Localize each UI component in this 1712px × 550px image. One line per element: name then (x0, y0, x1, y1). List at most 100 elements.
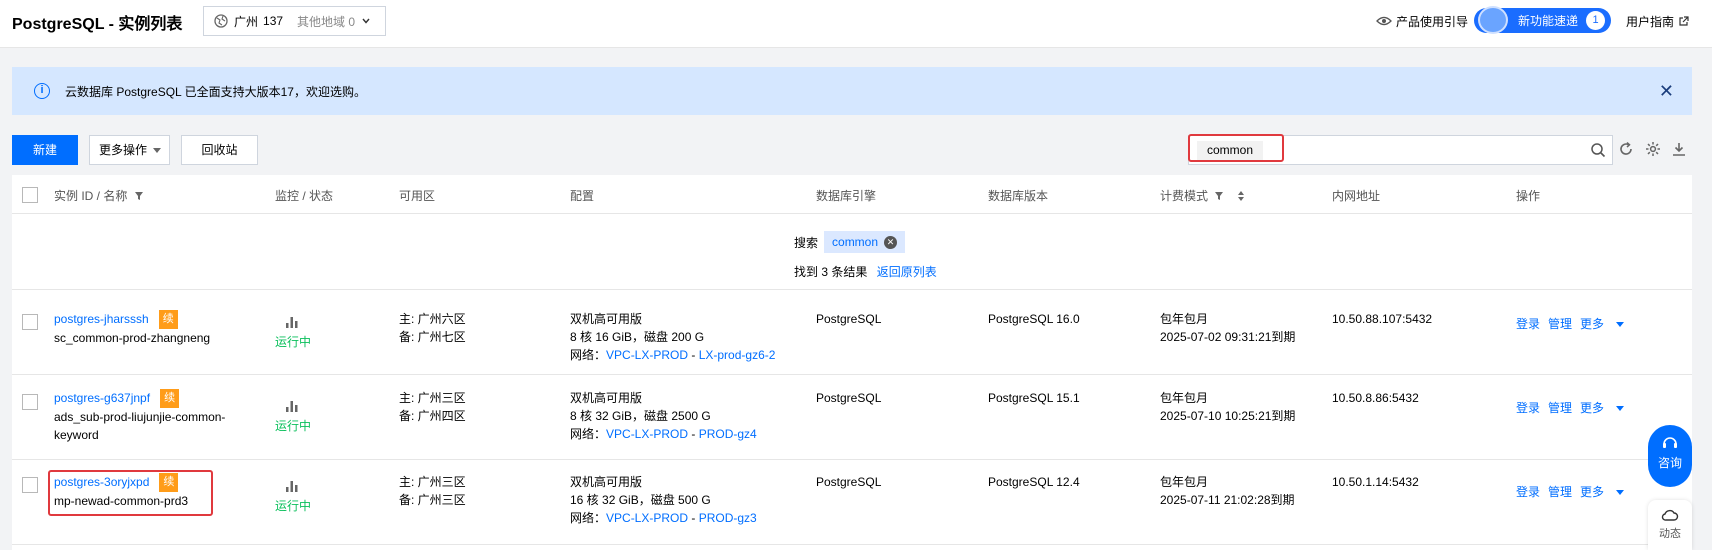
login-link[interactable]: 登录 (1516, 485, 1540, 499)
chevron-down-icon (362, 18, 370, 24)
row-checkbox[interactable] (22, 314, 38, 330)
header-id-name: 实例 ID / 名称 (54, 187, 144, 204)
billing-mode: 包年包月 (1160, 475, 1209, 489)
header-monitor-status: 监控 / 状态 (275, 189, 334, 203)
engine: PostgreSQL (816, 391, 882, 405)
filter-icon[interactable] (1214, 191, 1224, 201)
row-checkbox[interactable] (22, 477, 38, 493)
search-icon[interactable] (1590, 142, 1606, 158)
cloud-icon (1661, 509, 1679, 521)
instance-id-cell: postgres-g637jnpf 续 ads_sub-prod-liujunji… (54, 389, 254, 444)
search-summary-label: 搜索 (794, 235, 819, 250)
config-spec: 8 核 16 GiB，磁盘 200 G (570, 330, 705, 344)
header-ops: 操作 (1516, 189, 1541, 203)
renew-badge[interactable]: 续 (158, 310, 178, 330)
more-actions-button[interactable]: 更多操作 (89, 135, 170, 165)
login-link[interactable]: 登录 (1516, 401, 1540, 415)
monitor-icon[interactable] (285, 399, 299, 413)
dynamic-label: 动态 (1659, 528, 1681, 540)
row-checkbox[interactable] (22, 394, 38, 410)
search-keyword: common (832, 235, 879, 249)
manage-link[interactable]: 管理 (1548, 317, 1572, 331)
search-summary: 搜索 common ✕ 找到 3 条结果 返回原列表 (12, 215, 1692, 290)
renew-badge[interactable]: 续 (160, 389, 180, 409)
login-link[interactable]: 登录 (1516, 317, 1540, 331)
more-link[interactable]: 更多 (1580, 317, 1625, 331)
vpc-link[interactable]: VPC-LX-PROD (606, 511, 688, 525)
user-guide-link[interactable]: 用户指南 (1626, 13, 1689, 30)
clear-icon[interactable]: ✕ (884, 235, 898, 249)
new-feature-count: 1 (1586, 11, 1605, 30)
subnet-link[interactable]: PROD-gz4 (699, 427, 757, 441)
monitor-icon[interactable] (285, 315, 299, 329)
refresh-icon[interactable] (1618, 141, 1634, 157)
version: PostgreSQL 15.1 (988, 391, 1080, 405)
search-highlight-box (1188, 134, 1284, 162)
more-link[interactable]: 更多 (1580, 485, 1625, 499)
new-instance-button[interactable]: 新建 (12, 135, 78, 165)
manage-link[interactable]: 管理 (1548, 485, 1572, 499)
config-spec: 8 核 32 GiB，磁盘 2500 G (570, 409, 711, 423)
select-all-checkbox[interactable] (22, 187, 38, 203)
version: PostgreSQL 12.4 (988, 475, 1080, 489)
sort-icon[interactable] (1236, 190, 1246, 202)
new-feature-label: 新功能速递 (1518, 14, 1579, 28)
table-header: 实例 ID / 名称 监控 / 状态 可用区 配置 数据库引擎 数据库版本 计费… (12, 175, 1692, 214)
consult-label: 咨询 (1657, 456, 1682, 470)
more-link[interactable]: 更多 (1580, 401, 1625, 415)
recycle-bin-button[interactable]: 回收站 (181, 135, 258, 165)
caret-down-icon (1616, 322, 1625, 328)
header-config: 配置 (570, 189, 595, 203)
region-count: 137 (263, 14, 284, 28)
more-actions-label: 更多操作 (99, 143, 148, 157)
other-regions: 其他地域 0 (297, 14, 356, 29)
vpc-link[interactable]: VPC-LX-PROD (606, 348, 688, 362)
instance-id-link[interactable]: postgres-g637jnpf (54, 391, 150, 405)
vpc-link[interactable]: VPC-LX-PROD (606, 427, 688, 441)
table-row: postgres-g637jnpf 续 ads_sub-prod-liujunji… (12, 376, 1692, 460)
subnet-link[interactable]: LX-prod-gz6-2 (699, 348, 776, 362)
instance-id-link[interactable]: postgres-jharsssh (54, 312, 149, 326)
subnet-link[interactable]: PROD-gz3 (699, 511, 757, 525)
caret-down-icon (1616, 490, 1625, 496)
billing-cell: 包年包月 2025-07-11 21:02:28到期 (1160, 473, 1295, 509)
region-name: 广州 (234, 14, 259, 29)
config-type: 双机高可用版 (570, 312, 643, 326)
region-selector[interactable]: 广州 137 其他地域 0 (203, 6, 386, 36)
caret-down-icon (1616, 406, 1625, 412)
zone-cell: 主: 广州三区 备: 广州四区 (399, 389, 466, 425)
consult-button[interactable]: 咨询 (1648, 425, 1692, 487)
billing-mode: 包年包月 (1160, 312, 1209, 326)
config-cell: 双机高可用版 8 核 16 GiB，磁盘 200 G 网络：VPC-LX-PRO… (570, 312, 776, 362)
instance-name: sc_common-prod-zhangneng (54, 331, 211, 346)
back-to-list-link[interactable]: 返回原列表 (877, 265, 937, 279)
zone-backup: 备: 广州七区 (399, 330, 466, 344)
private-ip: 10.50.88.107:5432 (1332, 312, 1433, 326)
monitor-icon[interactable] (285, 479, 299, 493)
external-link-icon (1679, 16, 1689, 26)
manage-link[interactable]: 管理 (1548, 401, 1572, 415)
notice-text: 云数据库 PostgreSQL 已全面支持大版本17，欢迎选购。 (65, 84, 366, 99)
caret-down-icon (153, 148, 161, 153)
eye-icon (1376, 16, 1392, 26)
close-icon[interactable]: ✕ (1659, 81, 1674, 102)
expire-time: 2025-07-02 09:31:21到期 (1160, 330, 1296, 344)
billing-cell: 包年包月 2025-07-10 10:25:21到期 (1160, 389, 1295, 425)
filter-icon[interactable] (134, 191, 144, 201)
header-billing: 计费模式 (1160, 187, 1246, 204)
product-guide[interactable]: 产品使用引导 (1376, 8, 1468, 34)
globe-icon (214, 14, 228, 28)
version: PostgreSQL 16.0 (988, 312, 1080, 326)
search-keyword-chip[interactable]: common ✕ (824, 231, 906, 253)
table-row: postgres-jharsssh 续 sc_common-prod-zhangn… (12, 291, 1692, 375)
gear-icon[interactable] (1645, 141, 1661, 157)
search-summary-line: 搜索 common ✕ (794, 231, 906, 253)
zone-backup: 备: 广州三区 (399, 493, 466, 507)
dynamic-button[interactable]: 动态 (1648, 500, 1692, 550)
engine: PostgreSQL (816, 475, 882, 489)
page-title: PostgreSQL - 实例列表 (12, 16, 183, 33)
new-feature-button[interactable]: 新功能速递 1 (1474, 6, 1611, 34)
zone-cell: 主: 广州六区 备: 广州七区 (399, 310, 466, 346)
download-icon[interactable] (1671, 141, 1687, 157)
search-result-count: 找到 3 条结果 (794, 265, 868, 279)
